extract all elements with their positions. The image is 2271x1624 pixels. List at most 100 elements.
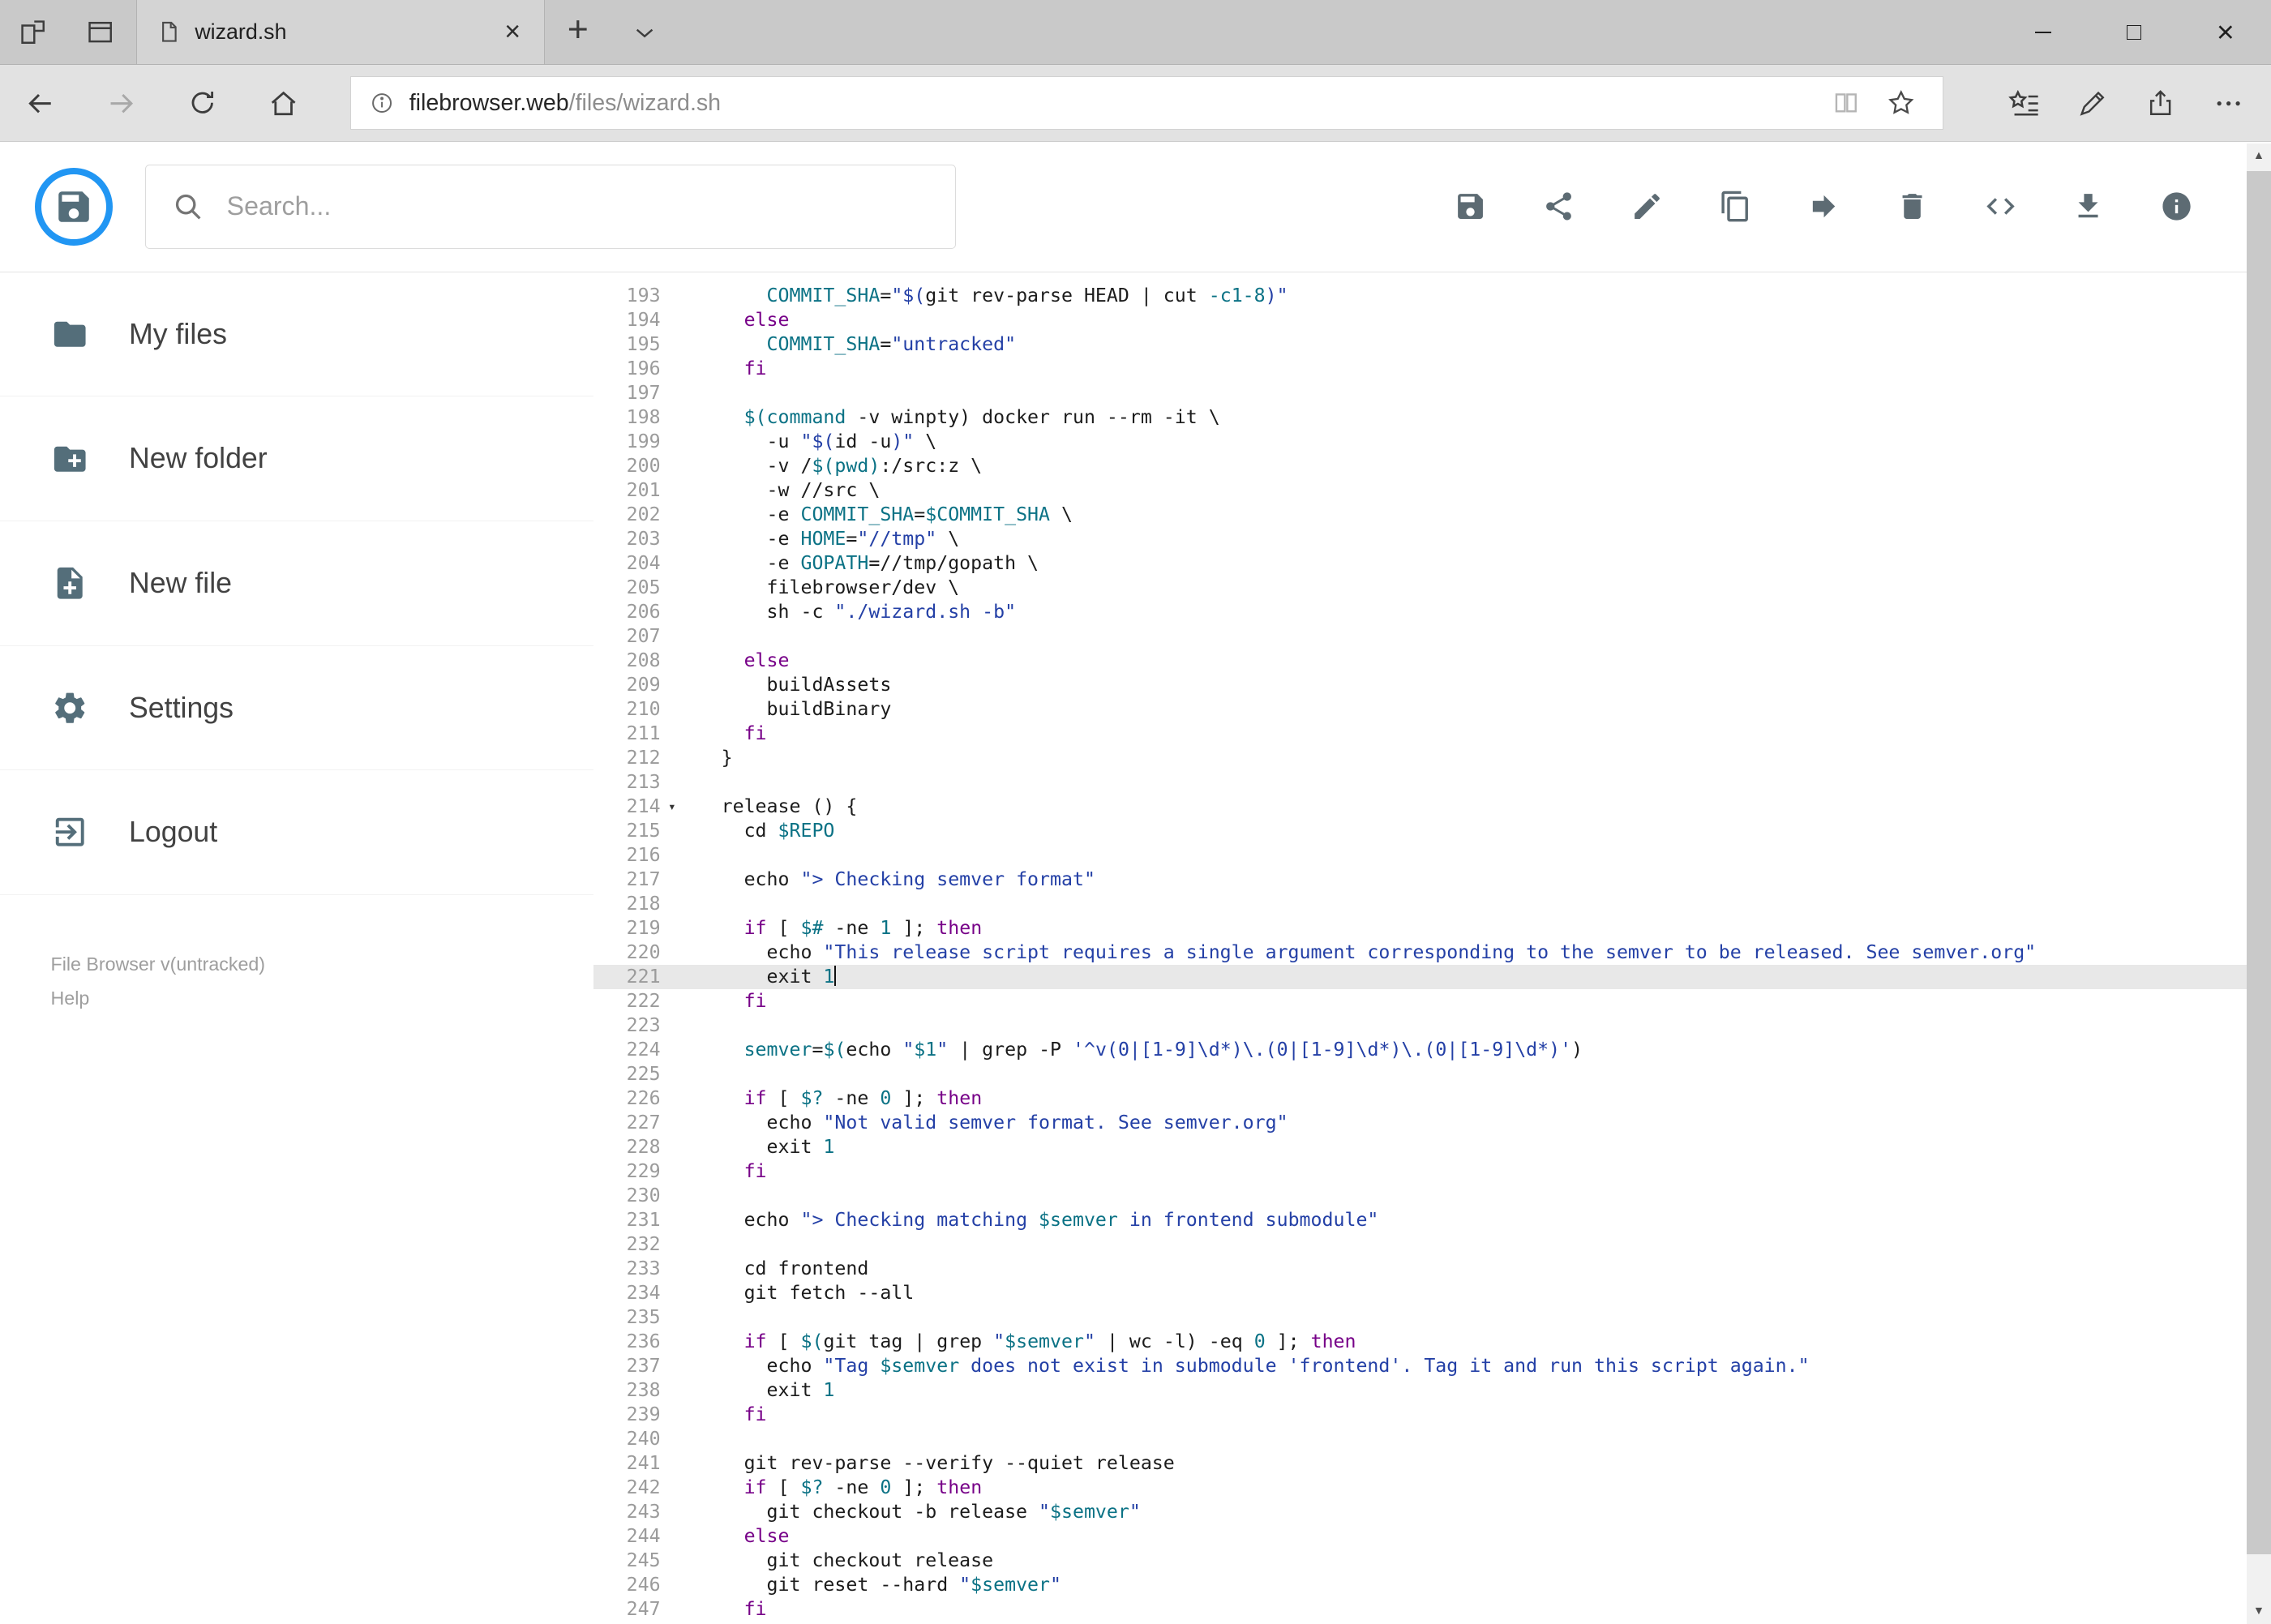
refresh-icon[interactable] <box>162 65 243 141</box>
code-line[interactable]: 200 -v /$(pwd):/src:z \ <box>593 454 2271 478</box>
browser-tab[interactable]: wizard.sh × <box>135 0 545 65</box>
copy-button[interactable] <box>1705 176 1766 237</box>
share-button[interactable] <box>1528 176 1589 237</box>
code-line[interactable]: 236 if [ $(git tag | grep "$semver" | wc… <box>593 1330 2271 1354</box>
code-line[interactable]: 239 fi <box>593 1403 2271 1427</box>
code-line[interactable]: 196 fi <box>593 357 2271 381</box>
maximize-button[interactable] <box>2089 0 2180 64</box>
favorite-star-icon[interactable] <box>1874 77 1929 129</box>
code-line[interactable]: 206 sh -c "./wizard.sh -b" <box>593 600 2271 624</box>
info-button[interactable] <box>2146 176 2207 237</box>
code-line[interactable]: 215 cd $REPO <box>593 819 2271 843</box>
code-line[interactable]: 201 -w //src \ <box>593 478 2271 503</box>
sidebar-item-settings[interactable]: Settings <box>0 646 594 771</box>
search-box[interactable] <box>144 165 956 249</box>
window-close-button[interactable]: × <box>2180 0 2271 64</box>
scroll-down-icon[interactable]: ▼ <box>2247 1599 2271 1623</box>
more-options-icon[interactable] <box>2194 65 2262 141</box>
home-icon[interactable] <box>243 65 324 141</box>
sidebar-item-logout[interactable]: Logout <box>0 770 594 895</box>
code-line[interactable]: 228 exit 1 <box>593 1135 2271 1159</box>
edit-button[interactable] <box>1617 176 1678 237</box>
code-line[interactable]: 240 <box>593 1427 2271 1451</box>
code-line[interactable]: 245 git checkout release <box>593 1549 2271 1573</box>
code-line[interactable]: 225 <box>593 1062 2271 1086</box>
address-bar[interactable]: filebrowser.web/files/wizard.sh <box>350 76 1944 131</box>
move-button[interactable] <box>1793 176 1854 237</box>
code-line[interactable]: 199 -u "$(id -u)" \ <box>593 430 2271 454</box>
tabs-set-aside-icon[interactable] <box>66 0 133 64</box>
code-line[interactable]: 221 exit 1 <box>593 965 2271 990</box>
search-input[interactable] <box>226 191 955 222</box>
code-line[interactable]: 208 else <box>593 649 2271 673</box>
scroll-up-icon[interactable]: ▲ <box>2247 144 2271 168</box>
hub-favorites-icon[interactable] <box>1990 65 2059 141</box>
code-line[interactable]: 207 <box>593 624 2271 649</box>
code-line[interactable]: 212} <box>593 746 2271 770</box>
back-icon[interactable] <box>0 65 81 141</box>
vertical-scrollbar[interactable]: ▲ ▼ <box>2246 143 2271 1624</box>
new-tab-button[interactable]: + <box>545 0 611 64</box>
code-line[interactable]: 211 fi <box>593 722 2271 746</box>
code-line[interactable]: 195 COMMIT_SHA="untracked" <box>593 332 2271 357</box>
code-line[interactable]: 229 fi <box>593 1159 2271 1184</box>
code-line[interactable]: 243 git checkout -b release "$semver" <box>593 1500 2271 1524</box>
code-line[interactable]: 234 git fetch --all <box>593 1281 2271 1305</box>
delete-button[interactable] <box>1882 176 1943 237</box>
code-line[interactable]: 224 semver=$(echo "$1" | grep -P '^v(0|[… <box>593 1038 2271 1062</box>
code-line[interactable]: 230 <box>593 1184 2271 1208</box>
sidebar-item-new-folder[interactable]: New folder <box>0 396 594 522</box>
code-line[interactable]: 217 echo "> Checking semver format" <box>593 868 2271 892</box>
code-line[interactable]: 241 git rev-parse --verify --quiet relea… <box>593 1451 2271 1476</box>
code-line[interactable]: 194 else <box>593 308 2271 332</box>
code-line[interactable]: 220 echo "This release script requires a… <box>593 941 2271 965</box>
help-link[interactable]: Help <box>51 984 594 1013</box>
code-line[interactable]: 210 buildBinary <box>593 697 2271 722</box>
forward-icon[interactable] <box>81 65 162 141</box>
code-line[interactable]: 232 <box>593 1232 2271 1257</box>
code-line[interactable]: 247 fi <box>593 1597 2271 1622</box>
code-line[interactable]: 197 <box>593 381 2271 405</box>
code-line[interactable]: 205 filebrowser/dev \ <box>593 576 2271 600</box>
code-line[interactable]: 231 echo "> Checking matching $semver in… <box>593 1208 2271 1232</box>
code-line[interactable]: 198 $(command -v winpty) docker run --rm… <box>593 405 2271 430</box>
code-line[interactable]: 218 <box>593 892 2271 916</box>
sidebar-item-my-files[interactable]: My files <box>0 272 594 397</box>
code-line[interactable]: 226 if [ $? -ne 0 ]; then <box>593 1086 2271 1111</box>
scrollbar-thumb[interactable] <box>2246 170 2271 1554</box>
code-line[interactable]: 238 exit 1 <box>593 1378 2271 1403</box>
code-line[interactable]: 242 if [ $? -ne 0 ]; then <box>593 1476 2271 1500</box>
code-line[interactable]: 244 else <box>593 1524 2271 1549</box>
code-button[interactable] <box>1970 176 2031 237</box>
reading-view-icon[interactable] <box>1819 77 1874 129</box>
code-line[interactable]: 216 <box>593 843 2271 868</box>
code-line[interactable]: 237 echo "Tag $semver does not exist in … <box>593 1354 2271 1378</box>
minimize-button[interactable] <box>1997 0 2089 64</box>
code-line[interactable]: 204 -e GOPATH=//tmp/gopath \ <box>593 551 2271 576</box>
tab-preview-chevron-icon[interactable] <box>611 0 678 64</box>
code-line[interactable]: 203 -e HOME="//tmp" \ <box>593 527 2271 551</box>
sidebar-item-new-file[interactable]: New file <box>0 521 594 646</box>
share-icon[interactable] <box>2126 65 2194 141</box>
code-line[interactable]: 227 echo "Not valid semver format. See s… <box>593 1111 2271 1135</box>
code-line[interactable]: 193 COMMIT_SHA="$(git rev-parse HEAD | c… <box>593 284 2271 308</box>
code-line[interactable]: 213 <box>593 770 2271 795</box>
code-line[interactable]: 219 if [ $# -ne 1 ]; then <box>593 916 2271 941</box>
code-line[interactable]: 209 buildAssets <box>593 673 2271 697</box>
fold-marker-icon[interactable]: ▾ <box>661 795 684 819</box>
save-button[interactable] <box>1440 176 1501 237</box>
filebrowser-logo[interactable] <box>34 167 114 246</box>
code-line[interactable]: 214 ▾ release () { <box>593 795 2271 819</box>
code-line[interactable]: 223 <box>593 1013 2271 1038</box>
code-line[interactable]: 246 git reset --hard "$semver" <box>593 1573 2271 1597</box>
code-line[interactable]: 222 fi <box>593 989 2271 1013</box>
code-line[interactable]: 202 -e COMMIT_SHA=$COMMIT_SHA \ <box>593 503 2271 527</box>
set-tabs-aside-icon[interactable] <box>0 0 66 64</box>
code-line[interactable]: 235 <box>593 1305 2271 1330</box>
code-editor[interactable]: 193 COMMIT_SHA="$(git rev-parse HEAD | c… <box>593 272 2271 1624</box>
web-note-pen-icon[interactable] <box>2059 65 2127 141</box>
site-info-icon[interactable] <box>369 90 395 116</box>
download-button[interactable] <box>2059 176 2119 237</box>
code-line[interactable]: 233 cd frontend <box>593 1257 2271 1281</box>
tab-close-icon[interactable]: × <box>493 18 532 46</box>
